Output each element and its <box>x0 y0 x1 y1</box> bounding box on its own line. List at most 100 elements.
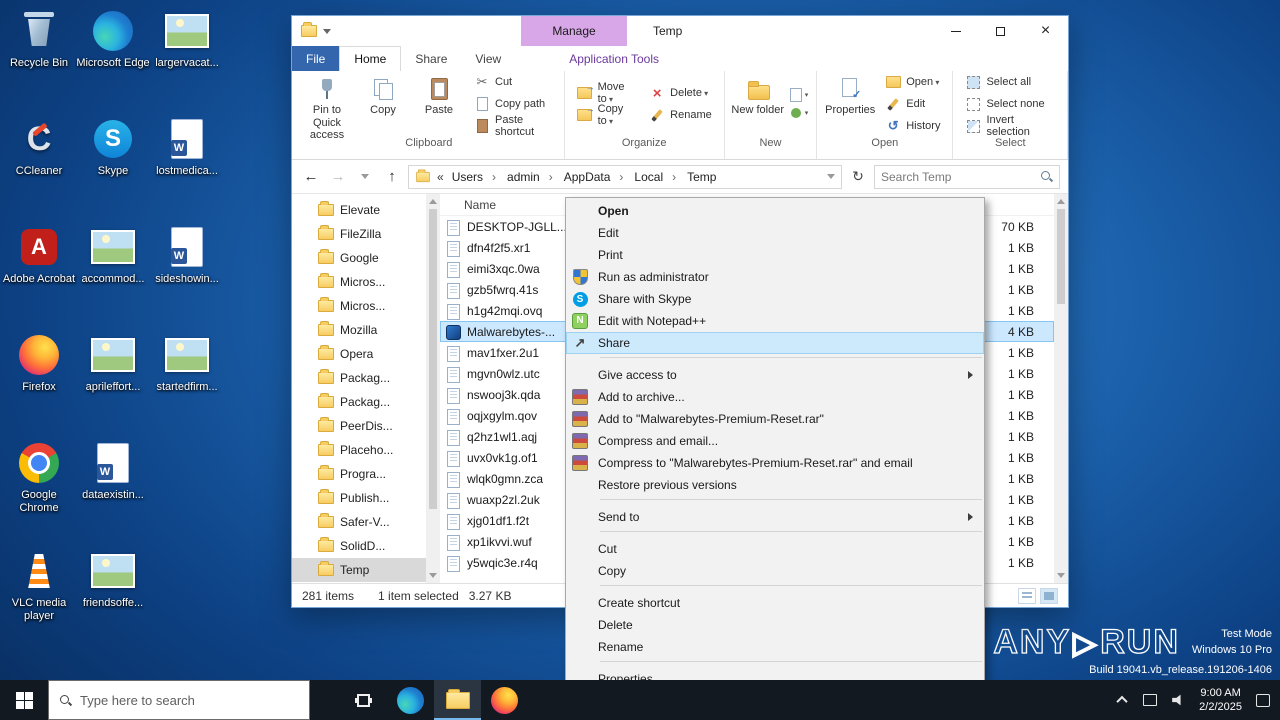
context-menu-item[interactable]: Delete <box>566 614 984 636</box>
desktop-icon[interactable]: VLC media player <box>2 548 76 656</box>
qat-dropdown-icon[interactable] <box>323 28 331 34</box>
tree-item[interactable]: Packag... <box>292 390 426 414</box>
ribbon-button[interactable] <box>789 88 809 102</box>
ribbon-button[interactable]: Move to <box>574 81 639 105</box>
tree-item[interactable]: Mozilla <box>292 318 426 342</box>
ribbon-button[interactable]: Copy path <box>471 95 555 114</box>
ribbon-tab[interactable]: File <box>292 46 340 71</box>
tree-item[interactable]: Publish... <box>292 486 426 510</box>
desktop-icon[interactable]: Google Chrome <box>2 440 76 548</box>
desktop-icon[interactable]: dataexistin... <box>76 440 150 548</box>
manage-contextual-tab[interactable]: Manage <box>521 16 627 46</box>
tree-item[interactable]: PeerDis... <box>292 414 426 438</box>
ribbon-button[interactable]: Paste shortcut <box>471 114 555 138</box>
ribbon-tab[interactable]: Application Tools <box>555 46 673 71</box>
context-menu-item[interactable]: Cut <box>566 538 984 560</box>
ribbon-button[interactable]: Rename <box>646 106 715 125</box>
desktop-icon[interactable]: Microsoft Edge <box>76 8 150 116</box>
address-dropdown-icon[interactable] <box>827 174 835 179</box>
tree-scrollbar[interactable] <box>426 194 440 583</box>
taskbar-edge-button[interactable] <box>387 680 434 720</box>
context-menu-item[interactable]: Send to <box>566 506 984 528</box>
tree-item[interactable]: FileZilla <box>292 222 426 246</box>
tree-item[interactable]: Safer-V... <box>292 510 426 534</box>
context-menu-item[interactable]: Print <box>566 244 984 266</box>
context-menu-item[interactable]: Edit with Notepad++ <box>566 310 984 332</box>
desktop-icon[interactable]: aprileffort... <box>76 332 150 440</box>
tree-item[interactable]: Opera <box>292 342 426 366</box>
scrollbar-thumb[interactable] <box>429 209 437 509</box>
context-menu-item[interactable]: Restore previous versions <box>566 474 984 496</box>
volume-icon[interactable] <box>1171 693 1185 707</box>
desktop-icon[interactable]: CCleaner <box>2 116 76 224</box>
large-icons-view-button[interactable] <box>1040 587 1058 604</box>
file-list-scrollbar[interactable] <box>1054 194 1068 583</box>
desktop-icon[interactable]: accommod... <box>76 224 150 332</box>
details-view-button[interactable] <box>1018 587 1036 604</box>
ribbon-button[interactable] <box>789 106 809 120</box>
ribbon-button[interactable]: Properties <box>822 71 878 137</box>
back-icon[interactable] <box>300 166 322 188</box>
ribbon-button[interactable]: Open <box>882 73 943 92</box>
ribbon-button[interactable]: Pin to Quick access <box>299 71 355 141</box>
context-menu-item[interactable]: Add to archive... <box>566 386 984 408</box>
breadcrumb-item[interactable]: Users <box>450 170 505 184</box>
taskbar-search[interactable] <box>48 680 310 720</box>
minimize-button[interactable] <box>933 16 978 46</box>
context-menu-item[interactable]: Rename <box>566 636 984 658</box>
tree-item[interactable]: Temp <box>292 558 426 582</box>
tree-item[interactable]: Google <box>292 246 426 270</box>
context-menu-item[interactable]: Share <box>566 332 984 354</box>
ribbon-button[interactable]: Paste <box>411 71 467 137</box>
context-menu-item[interactable] <box>566 531 984 538</box>
breadcrumb-item[interactable]: Temp <box>685 170 718 184</box>
scroll-up-icon[interactable] <box>429 199 437 204</box>
desktop-icon[interactable]: startedfirm... <box>150 332 224 440</box>
desktop-icon[interactable]: lostmedica... <box>150 116 224 224</box>
task-view-button[interactable] <box>340 680 387 720</box>
taskbar-clock[interactable]: 9:00 AM 2/2/2025 <box>1199 686 1242 715</box>
action-center-icon[interactable] <box>1256 693 1270 707</box>
hidden-icons-chevron-icon[interactable] <box>1115 693 1129 707</box>
context-menu-item[interactable] <box>566 357 984 364</box>
ribbon-button[interactable]: Edit <box>882 95 943 114</box>
tree-item[interactable]: Micros... <box>292 294 426 318</box>
context-menu-item[interactable] <box>566 661 984 668</box>
up-icon[interactable] <box>381 166 403 188</box>
ribbon-button[interactable]: Cut <box>471 73 555 92</box>
tree-item[interactable]: Packag... <box>292 366 426 390</box>
context-menu-item[interactable]: Copy <box>566 560 984 582</box>
scrollbar-thumb[interactable] <box>1057 209 1065 304</box>
context-menu-item[interactable]: Create shortcut <box>566 592 984 614</box>
desktop-icon[interactable]: Skype <box>76 116 150 224</box>
ribbon-tab[interactable]: View <box>461 46 515 71</box>
context-menu-item[interactable] <box>566 499 984 506</box>
context-menu-item[interactable]: Compress to "Malwarebytes-Premium-Reset.… <box>566 452 984 474</box>
address-input[interactable]: « UsersadminAppDataLocalTemp <box>408 164 842 189</box>
context-menu-item[interactable]: Give access to <box>566 364 984 386</box>
ribbon-button[interactable]: History <box>882 117 943 136</box>
breadcrumb-item[interactable]: admin <box>505 170 562 184</box>
desktop-icon[interactable]: Firefox <box>2 332 76 440</box>
context-menu-item[interactable]: Share with Skype <box>566 288 984 310</box>
breadcrumb-item[interactable]: AppData <box>562 170 633 184</box>
desktop-icon[interactable]: largervacat... <box>150 8 224 116</box>
context-menu-item[interactable]: Add to "Malwarebytes-Premium-Reset.rar" <box>566 408 984 430</box>
search-input[interactable] <box>881 169 1036 184</box>
ribbon-button[interactable]: Invert selection <box>962 114 1058 138</box>
tree-item[interactable]: Elevate <box>292 198 426 222</box>
recent-locations-icon[interactable] <box>354 166 376 188</box>
scroll-down-icon[interactable] <box>1057 573 1065 578</box>
maximize-button[interactable] <box>978 16 1023 46</box>
context-menu-item[interactable]: Compress and email... <box>566 430 984 452</box>
context-menu-item[interactable] <box>566 585 984 592</box>
ribbon-button[interactable]: Copy to <box>574 103 639 127</box>
tree-item[interactable]: Placeho... <box>292 438 426 462</box>
desktop-icon[interactable]: Adobe Acrobat <box>2 224 76 332</box>
ribbon-button[interactable]: Copy <box>355 71 411 137</box>
context-menu-item[interactable]: Run as administrator <box>566 266 984 288</box>
desktop-icon[interactable]: friendsoffe... <box>76 548 150 656</box>
network-icon[interactable] <box>1143 693 1157 707</box>
tree-item[interactable]: Progra... <box>292 462 426 486</box>
start-button[interactable] <box>0 680 48 720</box>
